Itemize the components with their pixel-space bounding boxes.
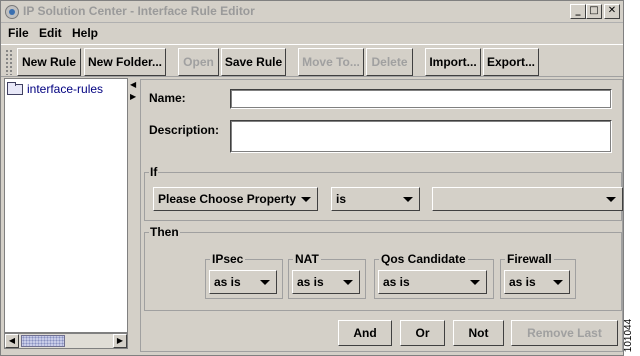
then-group-title: Then: [149, 225, 180, 239]
qos-candidate-label: Qos Candidate: [379, 252, 468, 266]
close-button[interactable]: ✕: [604, 4, 620, 19]
new-rule-button[interactable]: New Rule: [17, 48, 81, 76]
chevron-down-icon: [553, 280, 563, 285]
chevron-down-icon: [606, 197, 616, 202]
minimize-button[interactable]: _: [570, 4, 586, 19]
toolbar: New Rule New Folder... Open Save Rule Mo…: [1, 44, 623, 77]
chevron-left-icon[interactable]: ◀: [5, 334, 19, 348]
tree-horizontal-scrollbar[interactable]: ◀ ▶: [4, 333, 128, 349]
rule-editor-panel: Name: Description: If Please Choose Prop…: [140, 79, 623, 352]
if-group: If Please Choose Property is: [144, 165, 623, 221]
open-button[interactable]: Open: [178, 48, 219, 76]
operator-select-value: is: [336, 192, 347, 206]
menu-edit[interactable]: Edit: [39, 26, 62, 40]
chevron-down-icon: [301, 197, 311, 202]
ipsec-group: IPsec as is: [205, 252, 283, 299]
move-to-button[interactable]: Move To...: [298, 48, 364, 76]
if-group-title: If: [149, 165, 159, 179]
chevron-down-icon: [343, 280, 353, 285]
import-button[interactable]: Import...: [425, 48, 481, 76]
window-title: IP Solution Center - Interface Rule Edit…: [23, 4, 255, 18]
nat-group: NAT as is: [288, 252, 366, 299]
chevron-right-icon[interactable]: ▶: [113, 334, 127, 348]
tree-item-label: interface-rules: [27, 82, 104, 96]
remove-last-button[interactable]: Remove Last: [511, 320, 618, 346]
new-folder-button[interactable]: New Folder...: [84, 48, 166, 76]
name-label: Name:: [149, 91, 186, 105]
firewall-label: Firewall: [505, 252, 554, 266]
firewall-group: Firewall as is: [500, 252, 576, 299]
property-select[interactable]: Please Choose Property: [153, 187, 318, 211]
scrollbar-thumb[interactable]: [21, 335, 65, 347]
save-rule-button[interactable]: Save Rule: [221, 48, 286, 76]
qos-candidate-select-value: as is: [383, 275, 410, 289]
description-label: Description:: [149, 123, 220, 137]
expand-right-icon[interactable]: ▶: [130, 92, 136, 101]
panel-splitter[interactable]: ◀ ▶: [129, 78, 138, 353]
firewall-select[interactable]: as is: [504, 270, 570, 294]
figure-id-text: 101044: [623, 318, 635, 353]
delete-button[interactable]: Delete: [366, 48, 413, 76]
nat-label: NAT: [293, 252, 321, 266]
qos-candidate-group: Qos Candidate as is: [374, 252, 494, 299]
chevron-down-icon: [260, 280, 270, 285]
interface-rule-editor-window: IP Solution Center - Interface Rule Edit…: [0, 0, 624, 356]
nat-select[interactable]: as is: [292, 270, 360, 294]
property-select-value: Please Choose Property: [158, 192, 297, 206]
ipsec-select[interactable]: as is: [209, 270, 277, 294]
not-button[interactable]: Not: [453, 320, 504, 346]
menu-help[interactable]: Help: [72, 26, 98, 40]
app-icon: [5, 5, 19, 19]
chevron-down-icon: [470, 280, 480, 285]
name-input[interactable]: [230, 89, 612, 109]
ipsec-label: IPsec: [210, 252, 246, 266]
operator-select[interactable]: is: [331, 187, 420, 211]
menu-file[interactable]: File: [8, 26, 29, 40]
description-input[interactable]: [230, 120, 612, 153]
and-button[interactable]: And: [338, 320, 392, 346]
firewall-select-value: as is: [509, 275, 536, 289]
chevron-down-icon: [403, 197, 413, 202]
then-group: Then IPsec as is NAT as is Qos Candidate: [144, 225, 622, 311]
value-select[interactable]: [432, 187, 623, 211]
export-button[interactable]: Export...: [483, 48, 539, 76]
figure-id: 101044: [623, 316, 638, 356]
menu-bar: File Edit Help: [1, 23, 623, 43]
title-bar[interactable]: IP Solution Center - Interface Rule Edit…: [1, 1, 623, 23]
folder-icon: [7, 82, 23, 95]
qos-candidate-select[interactable]: as is: [378, 270, 487, 294]
toolbar-grip[interactable]: [5, 49, 13, 75]
or-button[interactable]: Or: [400, 320, 445, 346]
maximize-button[interactable]: □: [586, 4, 602, 19]
nat-select-value: as is: [297, 275, 324, 289]
collapse-left-icon[interactable]: ◀: [130, 80, 136, 89]
ipsec-select-value: as is: [214, 275, 241, 289]
rule-tree[interactable]: interface-rules: [4, 78, 128, 333]
